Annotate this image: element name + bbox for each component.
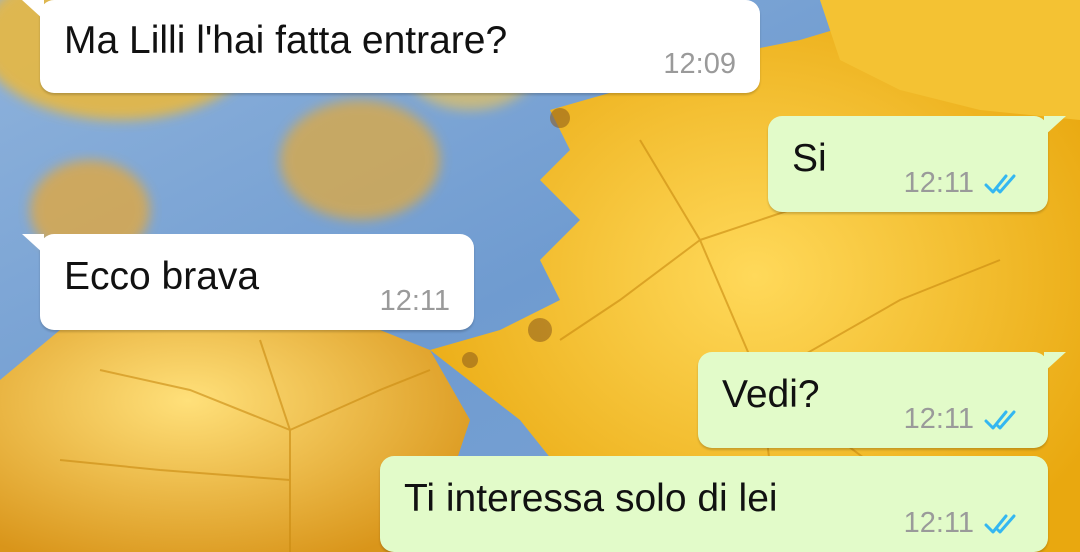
message-bubble-outgoing[interactable]: Ti interessa solo di lei 12:11 xyxy=(380,456,1048,552)
message-meta: 12:11 xyxy=(380,285,450,318)
message-text: Ecco brava xyxy=(64,255,260,298)
message-meta: 12:11 xyxy=(904,507,1024,540)
bubble-tail xyxy=(1044,116,1066,136)
message-text: Ma Lilli l'hai fatta entrare? xyxy=(64,19,508,62)
message-bubble-incoming[interactable]: Ecco brava 12:11 xyxy=(22,234,474,330)
bubble-tail xyxy=(22,0,44,20)
message-time: 12:11 xyxy=(903,403,974,435)
bubble-tail xyxy=(1044,352,1066,372)
message-text: Si xyxy=(792,137,827,180)
message-time: 12:11 xyxy=(903,507,974,539)
double-check-read-icon xyxy=(984,410,1016,429)
double-check-read-icon xyxy=(984,514,1016,533)
message-bubble-incoming[interactable]: Ma Lilli l'hai fatta entrare? 12:09 xyxy=(22,0,760,93)
message-text: Ti interessa solo di lei xyxy=(404,477,778,520)
message-meta: 12:11 xyxy=(904,167,1024,200)
message-bubble-outgoing[interactable]: Si 12:11 xyxy=(768,116,1066,212)
bubble-tail xyxy=(22,234,44,254)
message-meta: 12:09 xyxy=(663,48,736,81)
message-bubble-outgoing[interactable]: Vedi? 12:11 xyxy=(698,352,1066,448)
double-check-read-icon xyxy=(984,174,1016,193)
message-time: 12:11 xyxy=(379,285,450,317)
message-meta: 12:11 xyxy=(904,403,1024,436)
message-time: 12:09 xyxy=(663,48,736,80)
message-text: Vedi? xyxy=(722,373,820,416)
message-time: 12:11 xyxy=(903,167,974,199)
